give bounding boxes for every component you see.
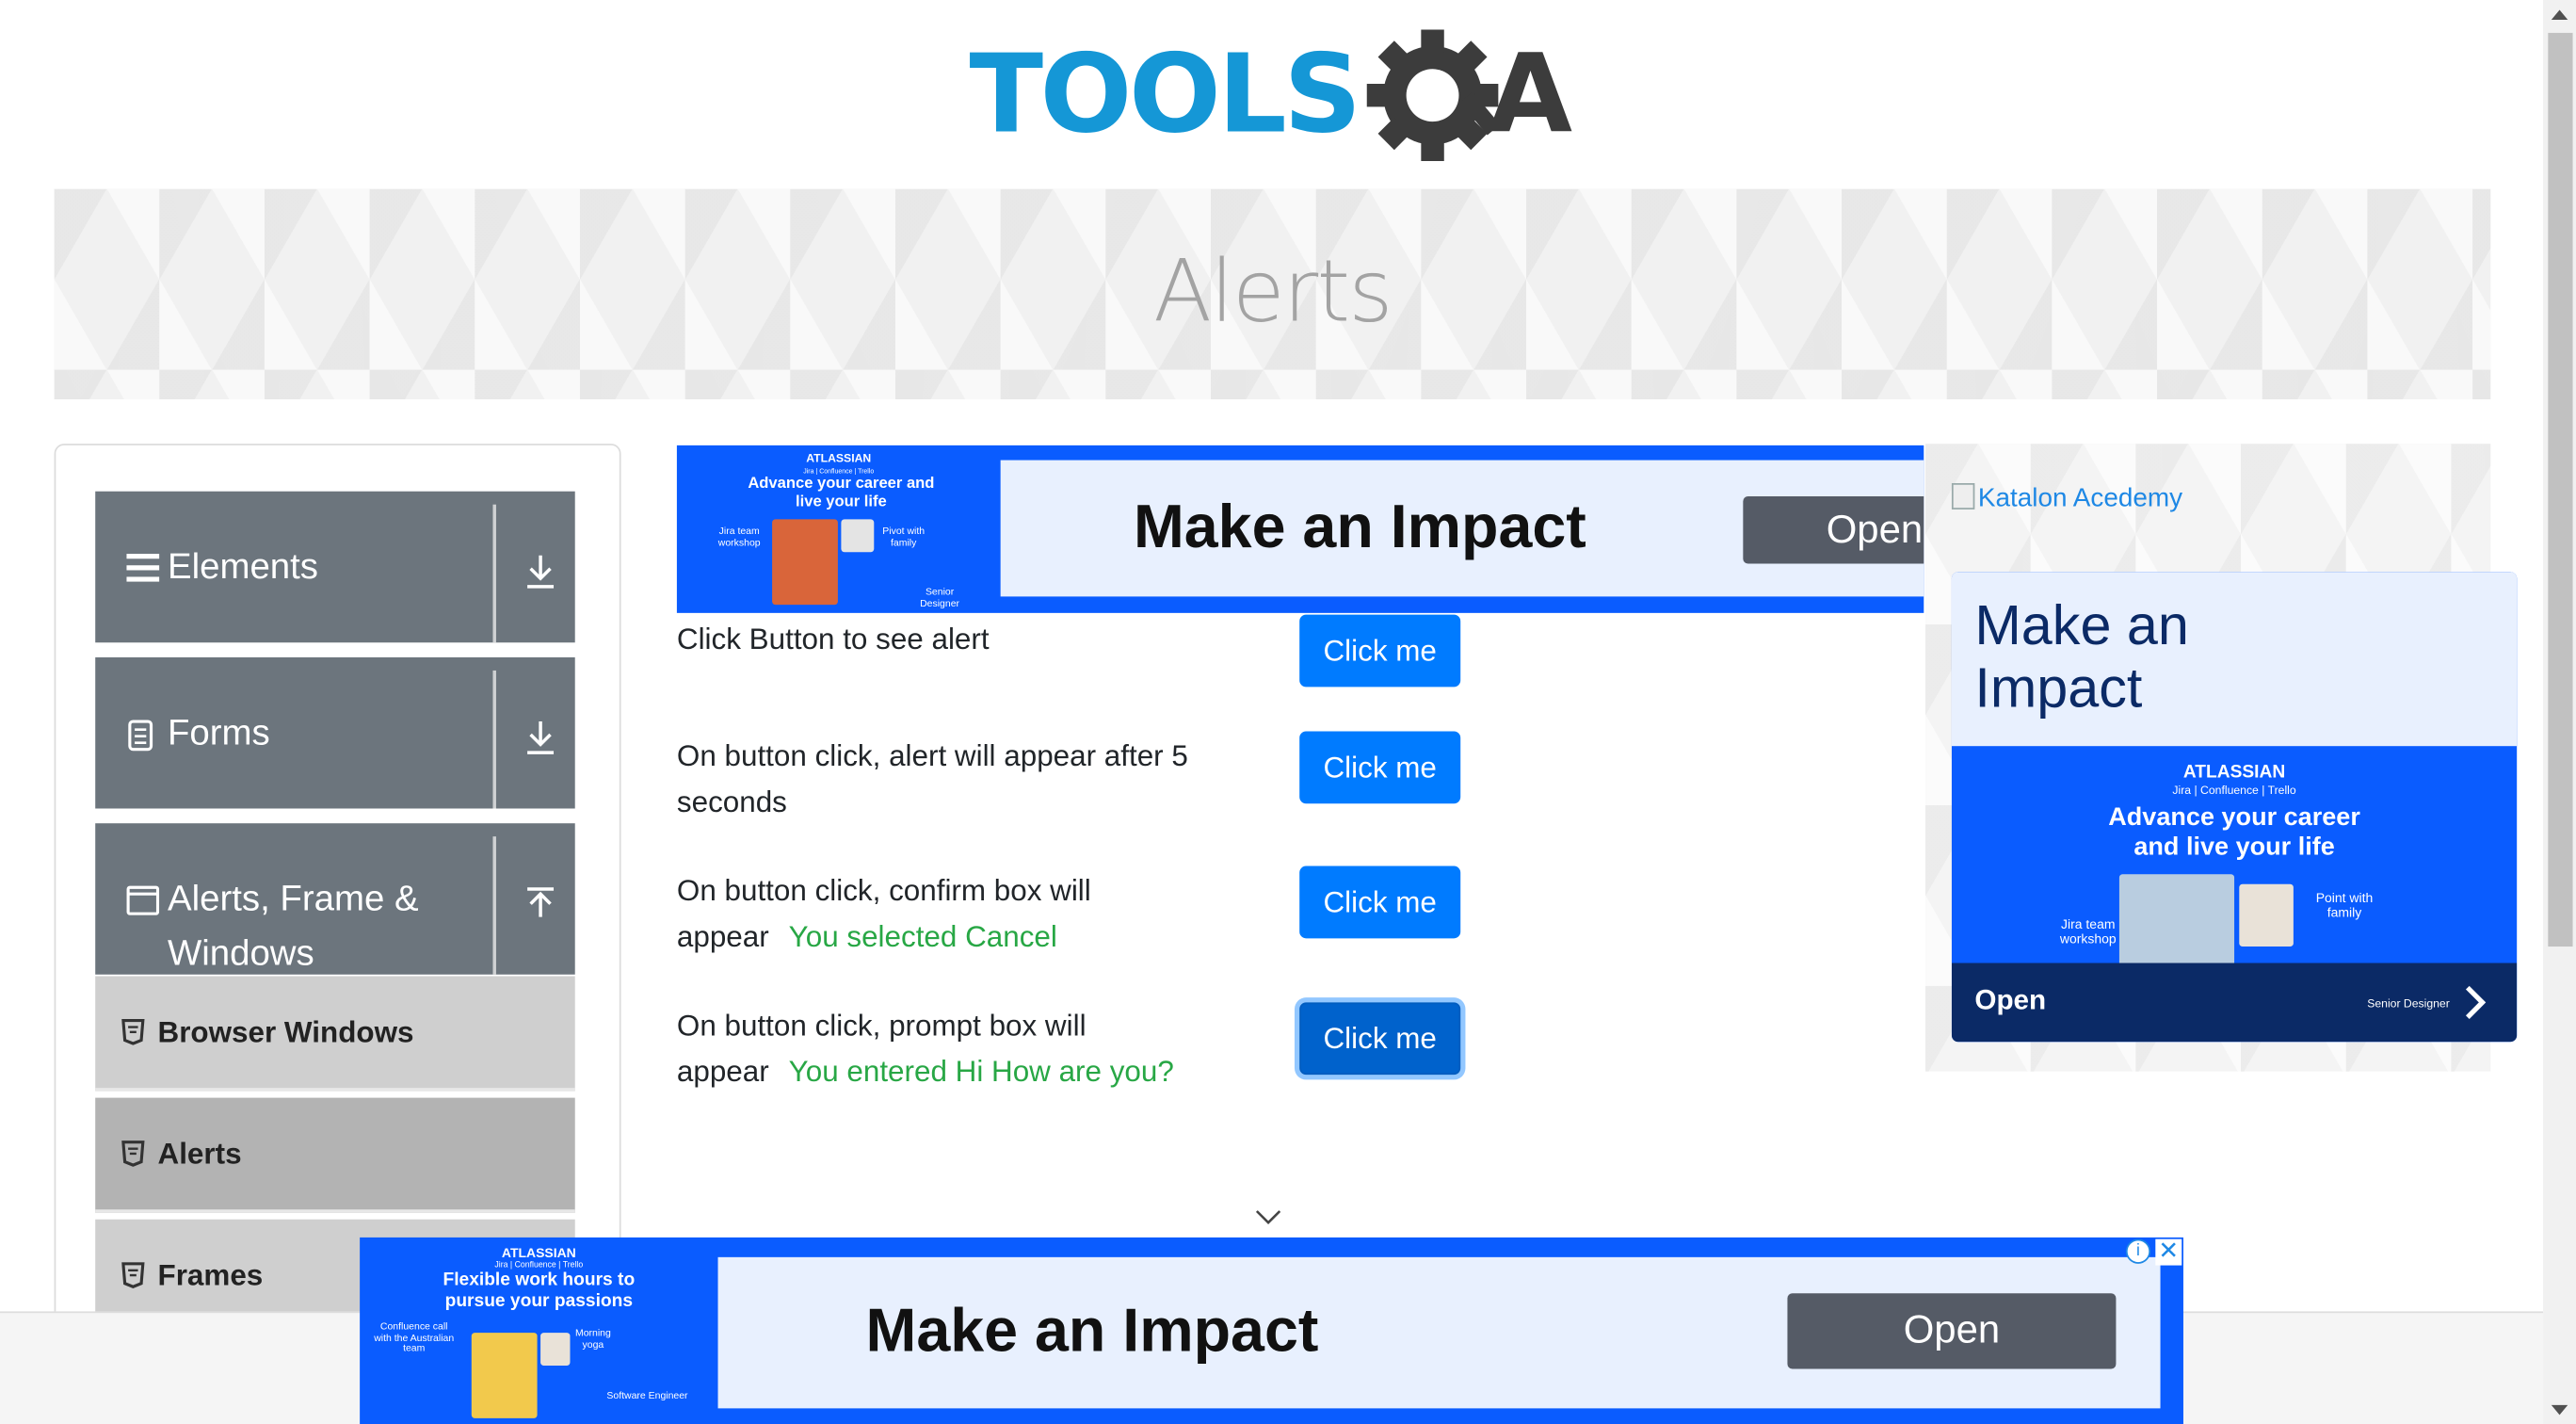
ad-photo: [772, 519, 838, 606]
ad-caption: Senior Designer: [920, 588, 960, 609]
ad-caption: Point with family: [2315, 890, 2374, 920]
download-arrow-icon: [527, 555, 555, 589]
ad-caption: Software Engineer: [606, 1391, 688, 1402]
toolsqa-logo-graphic: TOOLS A: [969, 29, 1572, 162]
scroll-up-arrow-icon[interactable]: [2551, 9, 2568, 20]
divider: [492, 670, 496, 809]
ad-products: Jira | Confluence | Trello: [2172, 785, 2296, 798]
adchoices-icon[interactable]: i: [2125, 1238, 2151, 1264]
ad-open-label: Open: [1974, 984, 2047, 1016]
row-description-line2: appear: [676, 1055, 769, 1089]
sidebar-group-alerts-frame-windows[interactable]: Alerts, Frame & Windows: [95, 823, 575, 975]
sidebar-group-label: Elements: [167, 545, 319, 587]
page-header-banner: Alerts: [54, 188, 2491, 400]
hamburger-icon: [126, 554, 160, 582]
bottom-ad-banner[interactable]: ATLASSIAN Jira | Confluence | Trello Fle…: [360, 1237, 2183, 1424]
window-icon: [126, 885, 160, 915]
confirm-result: You selected Cancel: [788, 920, 1057, 954]
upload-arrow-icon: [527, 887, 555, 917]
scrollbar-thumb[interactable]: [2548, 32, 2573, 947]
sidebar-group-label: Alerts, Frame &: [167, 877, 419, 919]
download-arrow-icon: [527, 721, 555, 754]
ad-headline: Make an Impact: [865, 1296, 1319, 1365]
sidebar-group-label-line2: Windows: [167, 931, 314, 973]
logo-text-a: A: [1489, 32, 1572, 158]
ad-brand: ATLASSIAN: [501, 1245, 576, 1261]
ad-content-panel: Make an Impact Open: [1000, 460, 1924, 597]
ad-caption: Jira team workshop: [717, 527, 761, 549]
ad-caption: Morning yoga: [574, 1329, 611, 1351]
ad-headline: Make an Impact: [1133, 493, 1586, 561]
logo-text-tools: TOOLS: [969, 32, 1358, 158]
sidebar-item-label: Frames: [157, 1258, 264, 1292]
sidebar-item-alerts[interactable]: Alerts: [95, 1097, 575, 1213]
scroll-down-arrow-icon[interactable]: [2551, 1404, 2568, 1416]
timer-alert-row-text: On button click, alert will appear after…: [677, 733, 1188, 825]
divider: [492, 504, 496, 643]
toolsqa-logo[interactable]: TOOLS A: [969, 29, 1584, 174]
confirm-row-text: On button click, confirm box will appear…: [677, 867, 1091, 960]
ad-open-bar[interactable]: Open Senior Designer: [1951, 963, 2518, 1043]
sidebar-item-browser-windows[interactable]: Browser Windows: [95, 976, 575, 1092]
ad-photo: [471, 1333, 538, 1418]
row-description: On button click, alert will appear after…: [676, 739, 1188, 773]
ad-photo-small: [2239, 883, 2294, 947]
sidebar-group-forms[interactable]: Forms: [95, 656, 575, 809]
ad-brand: ATLASSIAN: [806, 453, 872, 465]
row-description: On button click, confirm box will: [676, 874, 1091, 908]
page-title: Alerts: [1153, 243, 1393, 342]
broken-image-icon: [1951, 483, 1975, 510]
sidebar-group-elements[interactable]: Elements: [95, 491, 575, 643]
ad-tagline: Flexible work hours to pursue your passi…: [443, 1270, 636, 1311]
html5-icon: [121, 1019, 145, 1045]
ad-open-button[interactable]: Open: [1743, 495, 1924, 564]
ad-caption: Senior Designer: [2367, 998, 2450, 1011]
katalon-academy-link[interactable]: Katalon Acedemy: [1951, 483, 2183, 514]
divider: [492, 836, 496, 975]
sidebar-item-label: Alerts: [157, 1137, 242, 1171]
chevron-down-icon[interactable]: [1255, 1209, 1281, 1225]
alert-row-1-text: Click Button to see alert: [677, 616, 990, 662]
html5-icon: [121, 1262, 145, 1288]
chevron-right-icon: [2465, 985, 2487, 1019]
row-description-line2: seconds: [676, 785, 787, 818]
prompt-row-text: On button click, prompt box will appear Y…: [677, 1002, 1174, 1094]
row-description: Click Button to see alert: [676, 623, 990, 656]
row-description: On button click, prompt box will: [676, 1009, 1087, 1043]
ad-photo-small: [841, 519, 875, 553]
prompt-button[interactable]: Click me: [1299, 1002, 1461, 1076]
ad-open-button[interactable]: Open: [1787, 1293, 2117, 1369]
ad-tagline: Advance your career and live your life: [2108, 803, 2360, 862]
close-icon[interactable]: ✕: [2155, 1238, 2182, 1266]
ad-photo-small: [540, 1333, 571, 1367]
ad-brand: ATLASSIAN: [2182, 762, 2286, 783]
top-ad-banner[interactable]: ATLASSIAN Jira | Confluence | Trello Adv…: [676, 445, 1924, 613]
timer-alert-button[interactable]: Click me: [1299, 731, 1461, 804]
prompt-result: You entered Hi How are you?: [788, 1055, 1174, 1089]
ad-headline: Make an Impact: [1974, 594, 2189, 720]
sidebar-group-label: Forms: [167, 711, 270, 753]
alert-button[interactable]: Click me: [1299, 614, 1461, 688]
ad-caption: Jira team workshop: [2059, 916, 2117, 947]
confirm-button[interactable]: Click me: [1299, 866, 1461, 939]
ad-caption: Pivot with family: [882, 527, 926, 549]
right-ad-banner[interactable]: Make an Impact ATLASSIAN Jira | Confluen…: [1951, 572, 2518, 1043]
html5-icon: [121, 1141, 145, 1167]
row-description-line2: appear: [676, 920, 769, 954]
document-icon: [128, 720, 153, 752]
sidebar-item-label: Browser Windows: [157, 1015, 414, 1049]
ad-content-panel: Make an Impact Open: [717, 1256, 2161, 1409]
gear-icon: [1366, 29, 1501, 162]
ad-caption: Confluence call with the Australian team: [374, 1322, 455, 1355]
ad-tagline: Advance your career and live your life: [748, 475, 935, 511]
page: TOOLS A Alerts Elements Forms Alerts, Fr…: [0, 0, 2576, 1424]
ad-head-panel: Make an Impact: [1951, 572, 2518, 747]
katalon-link-text: Katalon Acedemy: [1977, 484, 2183, 513]
